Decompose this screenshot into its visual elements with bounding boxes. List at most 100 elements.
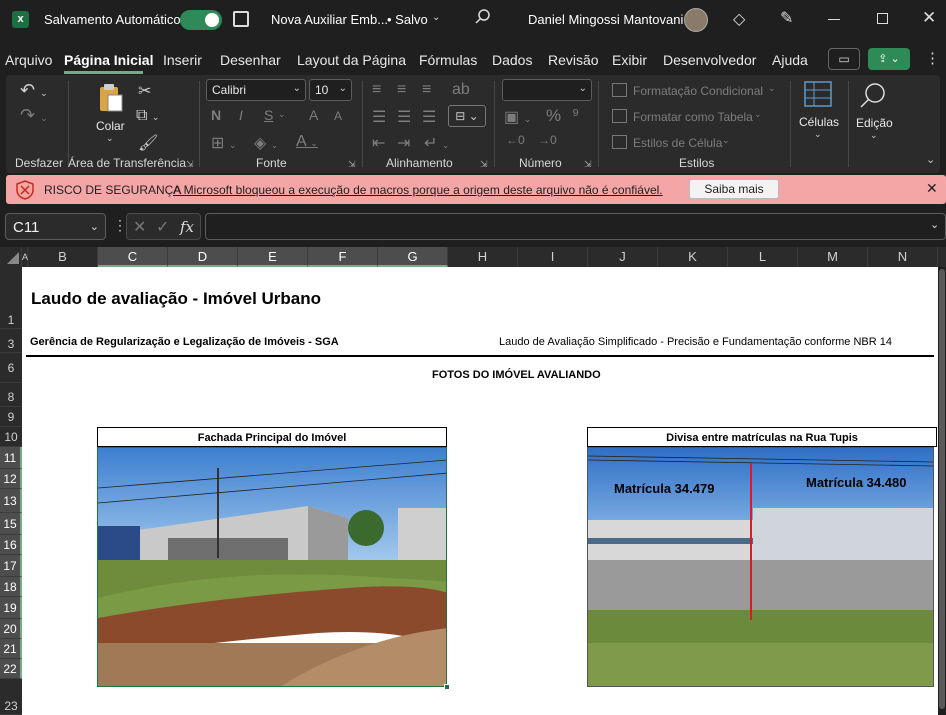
- user-name[interactable]: Daniel Mingossi Mantovani: [528, 12, 683, 27]
- tab-arquivo[interactable]: Arquivo: [5, 52, 52, 68]
- increase-indent-icon[interactable]: ⇥: [397, 133, 410, 153]
- column-header-g[interactable]: G: [378, 247, 448, 267]
- borders-icon[interactable]: ⊞ ⌄: [211, 133, 236, 153]
- autosave-toggle[interactable]: [180, 10, 222, 30]
- dialog-launcher-icon[interactable]: ⇲: [584, 159, 592, 170]
- row-header-23[interactable]: 23: [0, 679, 22, 715]
- editing-button[interactable]: Edição: [856, 116, 893, 130]
- currency-icon[interactable]: ▣ ⌄: [504, 107, 531, 127]
- font-name-select[interactable]: Calibri ⌄: [206, 79, 306, 101]
- tab-exibir[interactable]: Exibir: [612, 52, 647, 68]
- avatar[interactable]: [684, 8, 708, 32]
- function-icon[interactable]: fx: [180, 218, 194, 236]
- column-header-n[interactable]: N: [868, 247, 938, 267]
- wrap-text-icon[interactable]: ↵ ⌄: [424, 133, 449, 153]
- tab-layout[interactable]: Layout da Página: [297, 52, 406, 68]
- align-bottom-icon[interactable]: ≡: [422, 81, 431, 99]
- check-icon[interactable]: ✓: [156, 217, 169, 237]
- row-header-20[interactable]: 20: [0, 619, 22, 639]
- tab-dados[interactable]: Dados: [492, 52, 532, 68]
- format-table-icon[interactable]: [612, 109, 627, 123]
- row-header-9[interactable]: 9: [0, 407, 22, 427]
- minimize-icon[interactable]: [828, 19, 840, 20]
- more-options-icon[interactable]: ⋮: [925, 49, 940, 67]
- grow-font-button[interactable]: A: [309, 107, 318, 123]
- close-icon[interactable]: ✕: [926, 180, 938, 197]
- redo-icon[interactable]: ↷ ⌄: [20, 105, 48, 126]
- align-top-icon[interactable]: ≡: [372, 81, 381, 99]
- photo-facade[interactable]: [97, 447, 447, 687]
- tab-revisao[interactable]: Revisão: [548, 52, 599, 68]
- cells-button[interactable]: Células: [799, 115, 839, 129]
- chevron-down-icon[interactable]: ⌄: [432, 12, 440, 23]
- name-box[interactable]: C11 ⌄: [5, 213, 106, 240]
- dialog-launcher-icon[interactable]: ⇲: [186, 159, 194, 170]
- cell-styles-icon[interactable]: [612, 135, 627, 149]
- row-header-16[interactable]: 16: [0, 535, 22, 555]
- paste-chevron-icon[interactable]: ⌄: [106, 133, 114, 144]
- decrease-decimal-icon[interactable]: →0: [538, 133, 557, 147]
- align-center-icon[interactable]: ☰: [397, 107, 411, 127]
- merge-center-button[interactable]: ⊟ ⌄: [448, 105, 486, 127]
- save-icon[interactable]: [233, 11, 249, 27]
- percent-icon[interactable]: %: [546, 106, 561, 126]
- comments-button[interactable]: ▭: [828, 48, 860, 70]
- maximize-icon[interactable]: [877, 13, 888, 24]
- font-size-select[interactable]: 10 ⌄: [309, 79, 352, 101]
- row-header-1[interactable]: 1: [0, 267, 22, 329]
- column-header-h[interactable]: H: [448, 247, 518, 267]
- italic-button[interactable]: I: [239, 107, 243, 123]
- column-header-f[interactable]: F: [308, 247, 378, 267]
- row-header-10[interactable]: 10: [0, 427, 22, 447]
- column-header-e[interactable]: E: [238, 247, 308, 267]
- bold-button[interactable]: N: [211, 107, 221, 123]
- select-all-button[interactable]: [0, 247, 22, 267]
- tab-formulas[interactable]: Fórmulas: [419, 52, 477, 68]
- expand-formula-icon[interactable]: ⌄: [930, 218, 939, 231]
- column-header-b[interactable]: B: [28, 247, 98, 267]
- column-header-l[interactable]: L: [728, 247, 798, 267]
- column-header-d[interactable]: D: [168, 247, 238, 267]
- format-table-button[interactable]: Formatar como Tabela: [633, 110, 753, 124]
- scrollbar-thumb[interactable]: [939, 269, 945, 709]
- underline-button[interactable]: S: [264, 107, 273, 123]
- align-left-icon[interactable]: ☰: [372, 107, 386, 127]
- column-header-j[interactable]: J: [588, 247, 658, 267]
- tab-desenvolvedor[interactable]: Desenvolvedor: [663, 52, 756, 68]
- document-name[interactable]: Nova Auxiliar Emb...: [271, 12, 388, 27]
- column-header-i[interactable]: I: [518, 247, 588, 267]
- font-color-icon[interactable]: A ⌄: [296, 133, 318, 151]
- decrease-indent-icon[interactable]: ⇤: [372, 133, 385, 153]
- paste-button[interactable]: Colar: [96, 119, 125, 133]
- column-header-m[interactable]: M: [798, 247, 868, 267]
- search-icon[interactable]: [474, 8, 492, 26]
- close-icon[interactable]: ✕: [922, 8, 936, 28]
- number-format-select[interactable]: ⌄: [502, 79, 592, 101]
- security-message[interactable]: A Microsoft bloqueou a execução de macro…: [173, 183, 663, 197]
- increase-decimal-icon[interactable]: ←0: [506, 133, 525, 147]
- tab-ajuda[interactable]: Ajuda: [772, 52, 808, 68]
- tab-pagina-inicial[interactable]: Página Inicial: [64, 52, 153, 68]
- align-right-icon[interactable]: ☰: [422, 107, 436, 127]
- dialog-launcher-icon[interactable]: ⇲: [348, 159, 356, 170]
- shrink-font-button[interactable]: A: [334, 109, 342, 123]
- row-header-13[interactable]: 13: [0, 489, 22, 513]
- vertical-scrollbar[interactable]: [938, 267, 946, 715]
- underline-chevron-icon[interactable]: ⌄: [278, 109, 286, 120]
- row-header-22[interactable]: 22: [0, 659, 22, 679]
- cut-icon[interactable]: ✂: [138, 81, 151, 101]
- orientation-icon[interactable]: ab: [452, 81, 470, 99]
- row-header-11[interactable]: 11: [0, 447, 22, 469]
- tab-desenhar[interactable]: Desenhar: [220, 52, 281, 68]
- column-header-c[interactable]: C: [98, 247, 168, 267]
- conditional-format-icon[interactable]: [612, 83, 627, 97]
- row-header-17[interactable]: 17: [0, 555, 22, 577]
- cell-styles-button[interactable]: Estilos de Célula: [633, 136, 722, 150]
- share-button[interactable]: ⇪ ⌄: [868, 48, 910, 70]
- dialog-launcher-icon[interactable]: ⇲: [480, 159, 488, 170]
- format-painter-icon[interactable]: 🖌: [138, 133, 158, 153]
- copy-icon[interactable]: ⧉ ⌄: [136, 107, 159, 125]
- column-header-k[interactable]: K: [658, 247, 728, 267]
- selection-handle[interactable]: [444, 684, 450, 690]
- align-middle-icon[interactable]: ≡: [397, 81, 406, 99]
